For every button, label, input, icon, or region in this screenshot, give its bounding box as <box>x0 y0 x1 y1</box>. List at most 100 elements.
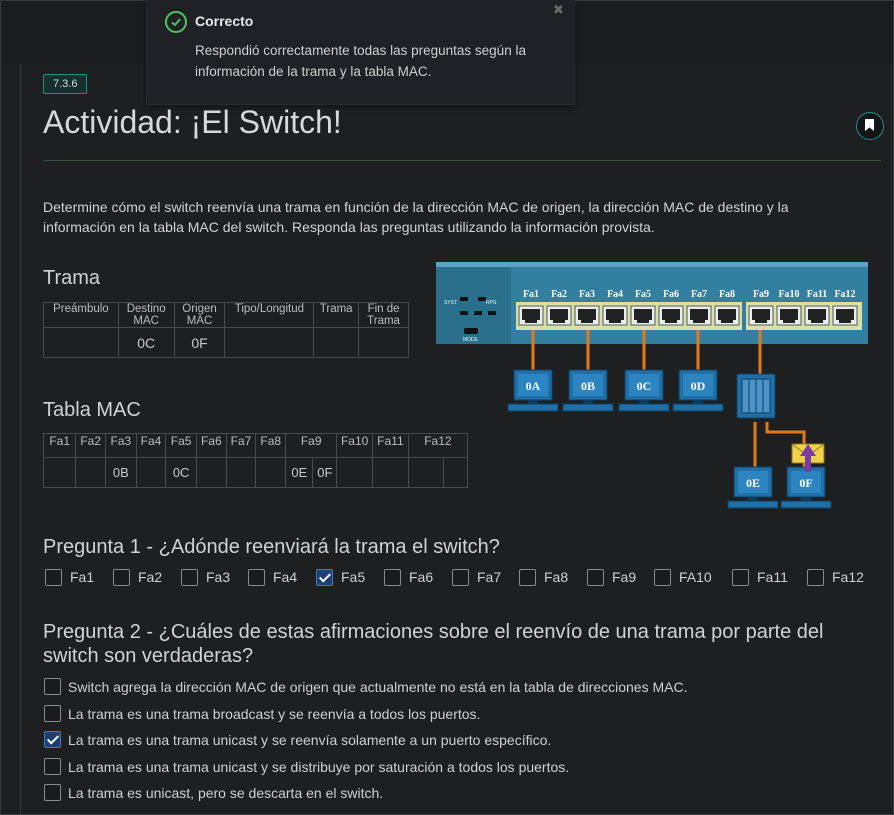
port-fa11 <box>804 305 830 326</box>
close-icon[interactable]: ✖ <box>553 2 564 18</box>
panel-label: SYST <box>444 300 457 306</box>
q1-option-label[interactable]: Fa1 <box>70 569 94 585</box>
q1-checkbox-fa8[interactable] <box>519 569 536 586</box>
question-1-title: Pregunta 1 - ¿Adónde reenviará la trama … <box>43 536 500 558</box>
port-label: Fa2 <box>551 289 567 300</box>
trama-cell <box>43 327 119 358</box>
mac-cell <box>42 457 77 488</box>
q1-option-label[interactable]: Fa3 <box>206 569 230 585</box>
question-1-text: ¿Adónde reenviará la trama el switch? <box>158 536 500 558</box>
mac-value-row: 0B 0C 0E 0F <box>42 457 469 488</box>
toast-message: Respondió correctamente todas las pregun… <box>195 43 526 79</box>
mac-header: Fa5 <box>165 433 197 458</box>
trama-cell <box>224 327 315 358</box>
q1-checkbox-fa11[interactable] <box>732 569 749 586</box>
trama-cell: 0C <box>117 327 175 358</box>
q1-checkbox-fa2[interactable] <box>113 569 130 586</box>
port-label: Fa1 <box>523 289 539 300</box>
mac-header: Fa8 <box>255 433 287 458</box>
q1-checkbox-fa5[interactable] <box>316 569 333 586</box>
panel-label: MODE <box>463 337 479 343</box>
mac-header: Fa3 <box>105 433 137 458</box>
host-0c: 0C <box>618 369 670 412</box>
question-1-number: Pregunta 1 <box>43 536 141 558</box>
q2-option-label[interactable]: La trama es unicast, pero se descarta en… <box>68 785 383 801</box>
mac-table-heading: Tabla MAC <box>43 399 141 421</box>
port-fa10 <box>776 305 802 326</box>
left-rule <box>20 64 21 815</box>
q1-option-label[interactable]: Fa9 <box>612 569 636 585</box>
q1-checkbox-fa12[interactable] <box>807 569 824 586</box>
q1-option-label[interactable]: FA10 <box>679 569 712 585</box>
port-label: Fa6 <box>663 289 679 300</box>
q1-option-label[interactable]: Fa5 <box>341 569 365 585</box>
trama-header: Tipo/Longitud <box>224 302 315 328</box>
host-label: 0B <box>581 379 595 393</box>
q1-checkbox-fa9[interactable] <box>587 569 604 586</box>
mac-header: Fa2 <box>75 433 107 458</box>
q2-checkbox-3[interactable] <box>44 731 61 749</box>
q1-option-label[interactable]: Fa6 <box>409 569 433 585</box>
section-badge: 7.3.6 <box>43 74 88 94</box>
q1-option-label[interactable]: Fa12 <box>832 569 864 585</box>
mac-cell: 0B <box>105 457 137 488</box>
q1-option-label[interactable]: Fa2 <box>138 569 162 585</box>
activity-description: Determine cómo el switch reenvía una tra… <box>43 199 789 235</box>
port-label: Fa10 <box>778 289 799 300</box>
host-0d: 0D <box>672 369 724 412</box>
q1-option-label[interactable]: Fa8 <box>544 569 568 585</box>
q1-checkbox-fa6[interactable] <box>384 569 401 586</box>
host-label: 0E <box>746 476 760 490</box>
trama-cell <box>358 327 409 358</box>
host-0a: 0A <box>507 369 559 412</box>
bookmark-button[interactable] <box>856 112 884 140</box>
trama-table: Preámbulo Destino MAC Origen MAC Tipo/Lo… <box>43 302 409 358</box>
q2-checkbox-5[interactable] <box>44 784 61 802</box>
hosts: 0A 0B 0C 0D 0E 0F <box>507 369 832 509</box>
q1-option-label[interactable]: Fa4 <box>273 569 297 585</box>
q1-option-label[interactable]: Fa7 <box>477 569 501 585</box>
mac-cell <box>225 457 257 488</box>
mac-table: Fa1 Fa2 Fa3 Fa4 Fa5 Fa6 Fa7 Fa8 Fa9 Fa10… <box>42 433 469 488</box>
q1-checkbox-fa10[interactable] <box>654 569 671 586</box>
hub <box>736 373 776 419</box>
mac-cell <box>372 457 409 488</box>
q1-checkbox-fa1[interactable] <box>45 569 62 586</box>
trama-heading: Trama <box>43 267 101 289</box>
q2-option-label[interactable]: La trama es una trama broadcast y se ree… <box>68 706 480 722</box>
question-2-number: Pregunta 2 <box>43 621 141 643</box>
trama-header: Destino MAC <box>117 302 175 328</box>
switch-ports <box>518 305 858 326</box>
switch-diagram: SYST RPS MODE Fa1 Fa2 Fa3 Fa4 Fa5 Fa6 Fa7 Fa8 Fa… <box>436 262 868 509</box>
q2-checkbox-4[interactable] <box>44 757 61 775</box>
host-label: 0D <box>691 379 706 393</box>
port-fa2 <box>546 305 572 326</box>
q2-checkbox-1[interactable] <box>44 678 61 695</box>
port-label: Fa7 <box>691 289 707 300</box>
q1-option-label[interactable]: Fa11 <box>757 569 788 585</box>
port-label: Fa12 <box>834 289 855 300</box>
host-0e: 0E <box>727 466 779 509</box>
q1-checkbox-fa7[interactable] <box>452 569 469 586</box>
mac-header: Fa9 <box>285 433 338 458</box>
check-circle-icon <box>165 11 187 33</box>
q1-checkbox-fa3[interactable] <box>181 569 198 586</box>
panel-label: RPS <box>486 300 497 306</box>
mac-header: Fa7 <box>225 433 257 458</box>
port-label: Fa11 <box>807 289 828 300</box>
mac-header: Fa6 <box>195 433 227 458</box>
q1-checkbox-fa4[interactable] <box>248 569 265 586</box>
trama-header-row: Preámbulo Destino MAC Origen MAC Tipo/Lo… <box>43 302 409 328</box>
host-label: 0F <box>799 476 812 490</box>
q2-option-label[interactable]: La trama es una trama unicast y se distr… <box>68 759 569 775</box>
q2-option-label[interactable]: Switch agrega la dirección MAC de origen… <box>68 679 687 695</box>
port-fa1 <box>518 305 544 326</box>
q2-option-label[interactable]: La trama es una trama unicast y se reenv… <box>68 732 551 748</box>
host-label: 0A <box>526 379 541 393</box>
q2-checkbox-2[interactable] <box>44 704 61 722</box>
port-fa4 <box>602 305 628 326</box>
mac-cell: 0F <box>312 457 338 488</box>
port-fa6 <box>658 305 684 326</box>
mac-header: Fa10 <box>336 433 374 458</box>
port-label: Fa4 <box>607 289 623 300</box>
